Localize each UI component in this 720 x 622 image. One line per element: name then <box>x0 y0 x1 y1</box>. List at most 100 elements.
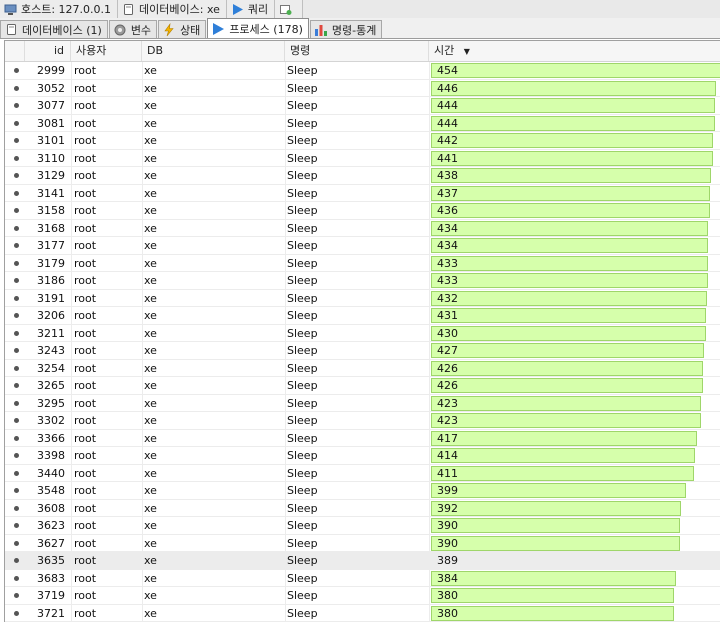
table-row[interactable]: 3719rootxeSleep380 <box>5 587 720 605</box>
cell-time: 380 <box>437 605 497 622</box>
column-header-user[interactable]: 사용자 <box>71 41 142 61</box>
cell-time: 417 <box>437 430 497 447</box>
row-state-icon <box>14 453 19 458</box>
table-row[interactable]: 3635rootxeSleep389 <box>5 552 720 570</box>
new-query-tab-button[interactable] <box>275 0 303 18</box>
table-row[interactable]: 3627rootxeSleep390 <box>5 535 720 553</box>
cell-time: 444 <box>437 97 497 114</box>
cell-db: xe <box>144 185 284 202</box>
table-row[interactable]: 3168rootxeSleep434 <box>5 220 720 238</box>
cell-db: xe <box>144 167 284 184</box>
cell-db: xe <box>144 307 284 324</box>
tab-database[interactable]: 데이터베이스: xe <box>118 0 227 18</box>
play-icon <box>231 3 244 16</box>
cell-time: 414 <box>437 447 497 464</box>
row-state-icon <box>14 418 19 423</box>
row-state-icon <box>14 243 19 248</box>
table-row[interactable]: 3211rootxeSleep430 <box>5 325 720 343</box>
cell-command: Sleep <box>287 202 427 219</box>
tab-host[interactable]: 호스트: 127.0.0.1 <box>0 0 118 18</box>
cell-time: 431 <box>437 307 497 324</box>
table-row[interactable]: 3129rootxeSleep438 <box>5 167 720 185</box>
cell-user: root <box>73 342 139 359</box>
host-sub-tab-bar: 데이터베이스 (1) 변수 상태 프로세스 (178) 명령-통계 <box>0 18 720 39</box>
table-row[interactable]: 3623rootxeSleep390 <box>5 517 720 535</box>
table-row[interactable]: 3110rootxeSleep441 <box>5 150 720 168</box>
cell-command: Sleep <box>287 360 427 377</box>
cell-time: 434 <box>437 237 497 254</box>
chart-icon <box>314 23 328 37</box>
cell-command: Sleep <box>287 115 427 132</box>
column-header-time[interactable]: 시간 ▼ <box>429 41 720 61</box>
tab-variables-label: 변수 <box>131 22 151 38</box>
column-header-db[interactable]: DB <box>142 41 285 61</box>
row-state-icon <box>14 383 19 388</box>
table-row[interactable]: 3548rootxeSleep399 <box>5 482 720 500</box>
table-row[interactable]: 3101rootxeSleep442 <box>5 132 720 150</box>
cell-time: 441 <box>437 150 497 167</box>
table-row[interactable]: 3177rootxeSleep434 <box>5 237 720 255</box>
cell-time: 399 <box>437 482 497 499</box>
cell-db: xe <box>144 430 284 447</box>
cell-user: root <box>73 80 139 97</box>
tab-status[interactable]: 상태 <box>158 20 206 38</box>
table-row[interactable]: 3243rootxeSleep427 <box>5 342 720 360</box>
table-row[interactable]: 3141rootxeSleep437 <box>5 185 720 203</box>
cell-id: 2999 <box>25 62 65 79</box>
cell-time: 389 <box>437 552 497 569</box>
column-header-id[interactable]: id <box>25 41 71 61</box>
cell-user: root <box>73 290 139 307</box>
tab-variables[interactable]: 변수 <box>109 20 157 38</box>
column-header-command[interactable]: 명령 <box>285 41 429 61</box>
cell-time: 427 <box>437 342 497 359</box>
cell-command: Sleep <box>287 377 427 394</box>
table-row[interactable]: 3191rootxeSleep432 <box>5 290 720 308</box>
table-row[interactable]: 3265rootxeSleep426 <box>5 377 720 395</box>
cell-time: 392 <box>437 500 497 517</box>
cell-user: root <box>73 430 139 447</box>
row-state-icon <box>14 278 19 283</box>
database-icon <box>122 3 135 16</box>
cell-time: 426 <box>437 377 497 394</box>
cell-id: 3440 <box>25 465 65 482</box>
cell-id: 3141 <box>25 185 65 202</box>
table-row[interactable]: 3721rootxeSleep380 <box>5 605 720 622</box>
cell-command: Sleep <box>287 290 427 307</box>
table-row[interactable]: 3295rootxeSleep423 <box>5 395 720 413</box>
cell-id: 3077 <box>25 97 65 114</box>
tab-command-stats[interactable]: 명령-통계 <box>310 20 382 38</box>
table-row[interactable]: 3179rootxeSleep433 <box>5 255 720 273</box>
table-row[interactable]: 3052rootxeSleep446 <box>5 80 720 98</box>
table-row[interactable]: 3158rootxeSleep436 <box>5 202 720 220</box>
cell-id: 3623 <box>25 517 65 534</box>
table-row[interactable]: 2999rootxeSleep454 <box>5 62 720 80</box>
table-row[interactable]: 3081rootxeSleep444 <box>5 115 720 133</box>
cell-user: root <box>73 465 139 482</box>
table-row[interactable]: 3077rootxeSleep444 <box>5 97 720 115</box>
cell-id: 3366 <box>25 430 65 447</box>
tab-processes[interactable]: 프로세스 (178) <box>207 18 309 38</box>
table-row[interactable]: 3398rootxeSleep414 <box>5 447 720 465</box>
cell-id: 3211 <box>25 325 65 342</box>
row-state-icon <box>14 331 19 336</box>
process-list-grid[interactable]: id 사용자 DB 명령 시간 ▼ 2999rootxeSleep4543052… <box>4 40 720 622</box>
cell-time: 454 <box>437 62 497 79</box>
row-state-icon <box>14 401 19 406</box>
tab-query[interactable]: 쿼리 <box>227 0 275 18</box>
cell-user: root <box>73 535 139 552</box>
tab-databases[interactable]: 데이터베이스 (1) <box>0 20 108 38</box>
table-row[interactable]: 3683rootxeSleep384 <box>5 570 720 588</box>
table-row[interactable]: 3254rootxeSleep426 <box>5 360 720 378</box>
row-state-icon <box>14 313 19 318</box>
tab-status-label: 상태 <box>180 22 200 38</box>
table-row[interactable]: 3186rootxeSleep433 <box>5 272 720 290</box>
table-row[interactable]: 3206rootxeSleep431 <box>5 307 720 325</box>
table-row[interactable]: 3302rootxeSleep423 <box>5 412 720 430</box>
cell-command: Sleep <box>287 412 427 429</box>
table-row[interactable]: 3440rootxeSleep411 <box>5 465 720 483</box>
table-row[interactable]: 3366rootxeSleep417 <box>5 430 720 448</box>
table-row[interactable]: 3608rootxeSleep392 <box>5 500 720 518</box>
cell-time: 444 <box>437 115 497 132</box>
row-state-icon <box>14 471 19 476</box>
cell-id: 3548 <box>25 482 65 499</box>
